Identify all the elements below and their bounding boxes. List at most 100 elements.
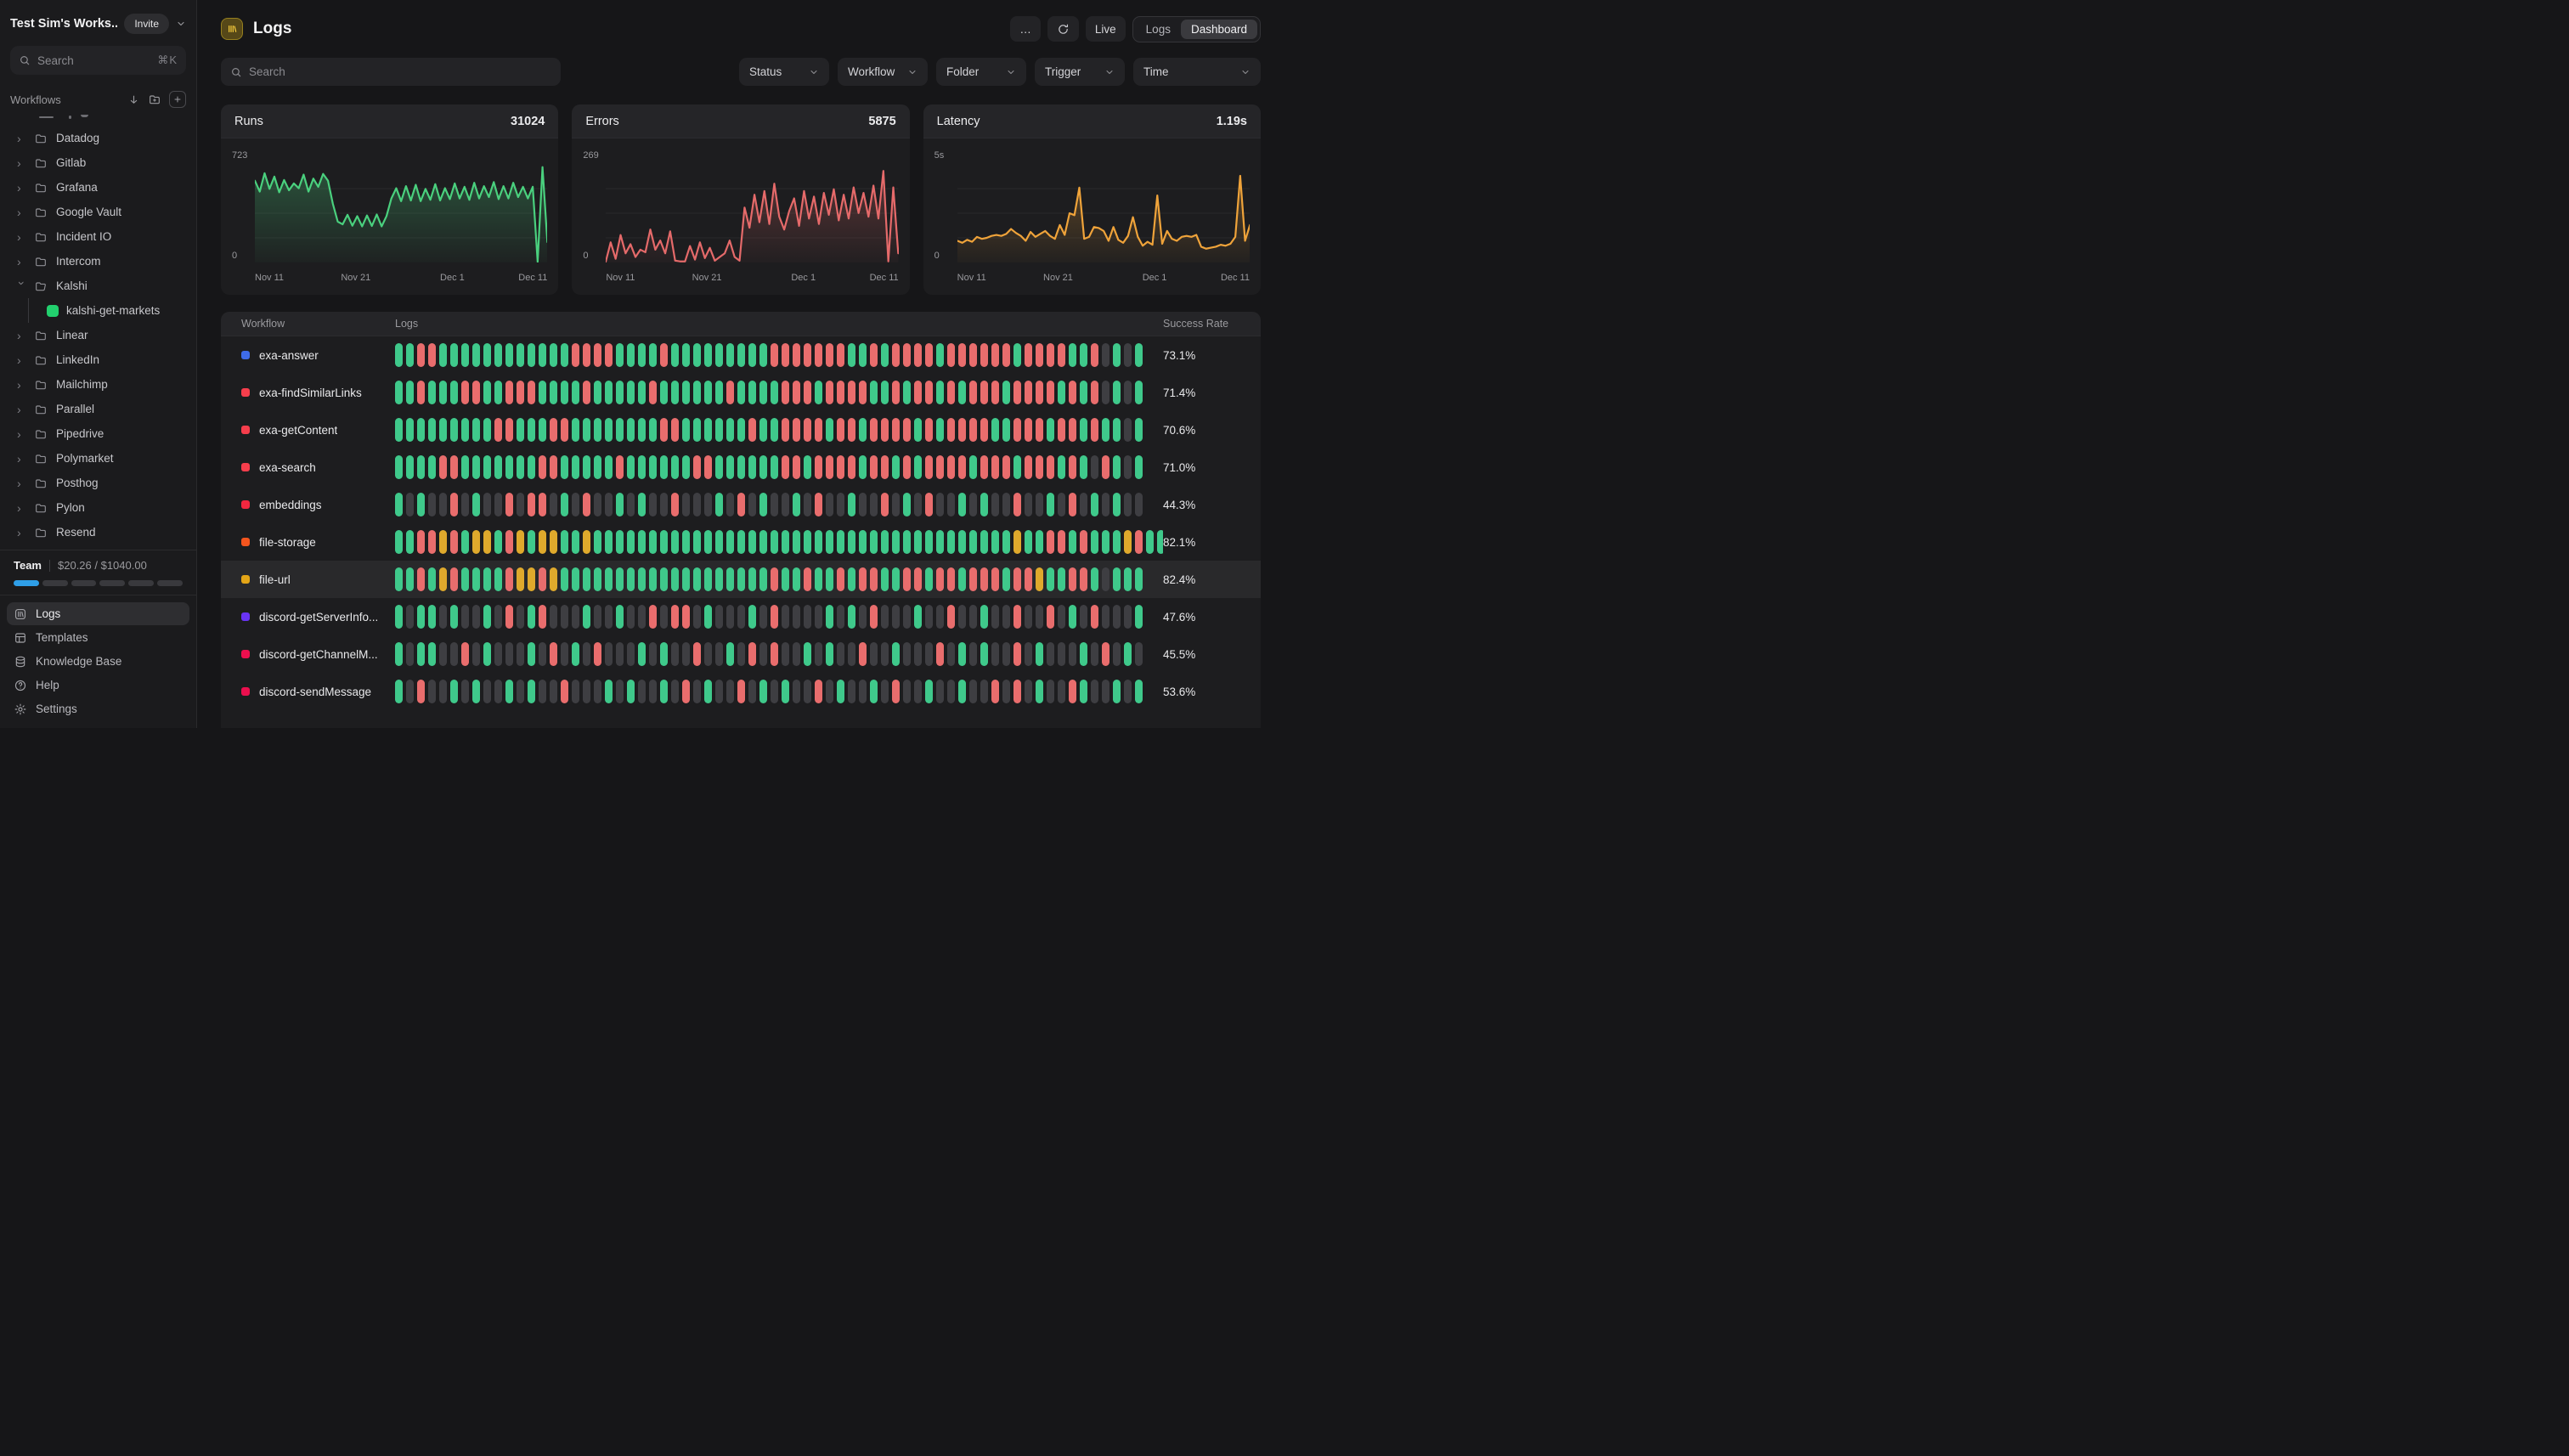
log-bar[interactable]: [793, 680, 800, 703]
log-bar[interactable]: [417, 381, 425, 404]
log-bar[interactable]: [550, 418, 557, 442]
log-bar[interactable]: [771, 680, 778, 703]
new-folder-icon[interactable]: [148, 93, 161, 106]
log-bar[interactable]: [1080, 530, 1087, 554]
log-bar[interactable]: [550, 605, 557, 629]
log-bar[interactable]: [715, 493, 723, 516]
sidebar-item-knowledge-base[interactable]: Knowledge Base: [7, 650, 189, 673]
log-bar[interactable]: [815, 343, 822, 367]
log-bar[interactable]: [660, 493, 668, 516]
log-bar[interactable]: [616, 605, 624, 629]
log-bar[interactable]: [494, 642, 502, 666]
log-bar[interactable]: [715, 455, 723, 479]
log-bar[interactable]: [561, 567, 568, 591]
log-bar[interactable]: [826, 493, 833, 516]
sidebar-folder-posthog[interactable]: ›Posthog: [0, 471, 196, 495]
log-bar[interactable]: [715, 381, 723, 404]
log-bar[interactable]: [748, 455, 756, 479]
log-bar[interactable]: [1025, 493, 1032, 516]
log-bar[interactable]: [748, 680, 756, 703]
sidebar-folder-google-vault[interactable]: ›Google Vault: [0, 200, 196, 224]
log-bar[interactable]: [793, 605, 800, 629]
log-bar[interactable]: [627, 530, 635, 554]
log-bar[interactable]: [594, 493, 601, 516]
log-bar[interactable]: [517, 381, 524, 404]
log-bar[interactable]: [1080, 605, 1087, 629]
log-bar[interactable]: [583, 418, 590, 442]
log-bar[interactable]: [428, 455, 436, 479]
log-bar[interactable]: [1047, 680, 1054, 703]
log-bar[interactable]: [439, 343, 447, 367]
log-bar[interactable]: [660, 418, 668, 442]
log-bar[interactable]: [804, 680, 811, 703]
log-bar[interactable]: [782, 455, 789, 479]
log-bar[interactable]: [517, 642, 524, 666]
log-bar[interactable]: [1124, 680, 1132, 703]
log-bar[interactable]: [958, 605, 966, 629]
log-bar[interactable]: [1036, 418, 1043, 442]
log-bar[interactable]: [925, 418, 933, 442]
log-bar[interactable]: [1124, 418, 1132, 442]
log-bar[interactable]: [1080, 343, 1087, 367]
log-bar[interactable]: [704, 530, 712, 554]
log-bar[interactable]: [693, 680, 701, 703]
log-bar[interactable]: [693, 455, 701, 479]
log-bar[interactable]: [505, 493, 513, 516]
log-bar[interactable]: [958, 493, 966, 516]
log-bar[interactable]: [671, 455, 679, 479]
log-bar[interactable]: [1135, 642, 1143, 666]
sidebar-folder-parallel[interactable]: ›Parallel: [0, 397, 196, 421]
log-bar[interactable]: [517, 455, 524, 479]
log-bar[interactable]: [804, 642, 811, 666]
log-bar[interactable]: [671, 567, 679, 591]
log-bar[interactable]: [848, 605, 855, 629]
log-bar[interactable]: [980, 381, 988, 404]
log-bar[interactable]: [395, 680, 403, 703]
log-bar[interactable]: [616, 381, 624, 404]
log-bar[interactable]: [1047, 493, 1054, 516]
log-bar[interactable]: [539, 605, 546, 629]
log-bar[interactable]: [638, 642, 646, 666]
log-bar[interactable]: [914, 493, 922, 516]
log-bar[interactable]: [594, 680, 601, 703]
sidebar-folder-pipedrive[interactable]: ›Pipedrive: [0, 421, 196, 446]
log-bar[interactable]: [1157, 530, 1163, 554]
log-bar[interactable]: [505, 381, 513, 404]
log-bar[interactable]: [958, 680, 966, 703]
log-bar[interactable]: [1135, 455, 1143, 479]
log-bar[interactable]: [406, 455, 414, 479]
log-bar[interactable]: [759, 567, 767, 591]
log-bar[interactable]: [793, 455, 800, 479]
log-bar[interactable]: [1091, 455, 1098, 479]
log-bar[interactable]: [1124, 605, 1132, 629]
view-toggle-dashboard[interactable]: Dashboard: [1181, 20, 1257, 39]
log-bar[interactable]: [539, 680, 546, 703]
log-bar[interactable]: [1025, 418, 1032, 442]
log-bar[interactable]: [881, 642, 889, 666]
log-bar[interactable]: [649, 455, 657, 479]
log-bar[interactable]: [969, 418, 977, 442]
log-bar[interactable]: [693, 418, 701, 442]
log-bar[interactable]: [892, 642, 900, 666]
log-bar[interactable]: [991, 418, 999, 442]
log-bar[interactable]: [1135, 680, 1143, 703]
log-bar[interactable]: [848, 343, 855, 367]
log-bar[interactable]: [638, 418, 646, 442]
log-bar[interactable]: [726, 530, 734, 554]
log-bar[interactable]: [980, 418, 988, 442]
log-bar[interactable]: [594, 418, 601, 442]
log-bar[interactable]: [1047, 418, 1054, 442]
log-bar[interactable]: [561, 343, 568, 367]
log-bar[interactable]: [1102, 530, 1109, 554]
log-bar[interactable]: [1124, 493, 1132, 516]
log-bar[interactable]: [1135, 381, 1143, 404]
log-bar[interactable]: [936, 493, 944, 516]
log-bar[interactable]: [395, 642, 403, 666]
filter-trigger[interactable]: Trigger: [1035, 58, 1125, 86]
log-bar[interactable]: [572, 530, 579, 554]
log-bar[interactable]: [903, 605, 911, 629]
log-bar[interactable]: [395, 605, 403, 629]
log-bar[interactable]: [550, 680, 557, 703]
log-bar[interactable]: [583, 381, 590, 404]
log-bar[interactable]: [505, 680, 513, 703]
